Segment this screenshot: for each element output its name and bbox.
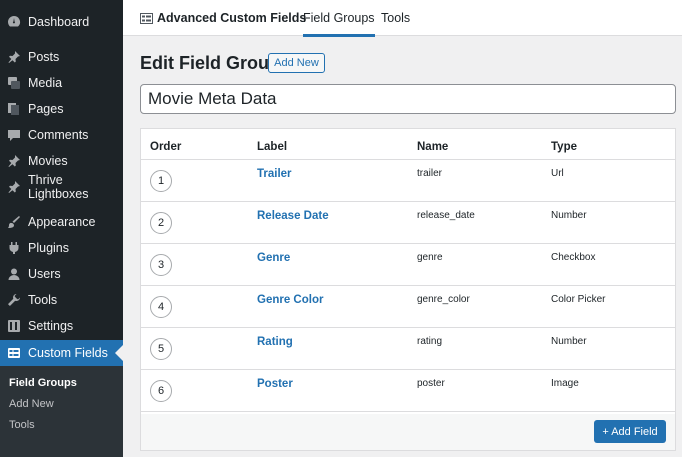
table-footer: + Add Field xyxy=(141,414,675,450)
menu-label: Media xyxy=(28,76,63,90)
fields-table: Order Label Name Type 1 Trailer trailer … xyxy=(140,128,676,451)
column-header-type: Type xyxy=(551,141,577,153)
menu-item-plugins[interactable]: Plugins xyxy=(0,235,123,261)
field-group-title-input[interactable] xyxy=(140,84,676,114)
column-header-order: Order xyxy=(150,141,182,153)
field-name: rating xyxy=(417,336,443,347)
acf-logo-icon xyxy=(140,12,153,24)
column-header-name: Name xyxy=(417,141,449,153)
field-name: trailer xyxy=(417,168,443,179)
menu-item-custom-fields[interactable]: Custom Fields xyxy=(0,340,123,366)
media-icon xyxy=(7,76,21,90)
table-row[interactable]: 2 Release Date release_date Number xyxy=(141,202,675,244)
table-row[interactable]: 5 Rating rating Number xyxy=(141,328,675,370)
settings-icon xyxy=(7,319,21,333)
table-row[interactable]: 1 Trailer trailer Url xyxy=(141,160,675,202)
table-row[interactable]: 6 Poster poster Image xyxy=(141,370,675,412)
menu-label: Thrive Lightboxes xyxy=(28,173,89,201)
menu-label: Appearance xyxy=(28,215,96,229)
acf-brand-label: Advanced Custom Fields xyxy=(157,11,307,25)
menu-item-thrive-lightboxes[interactable]: Thrive Lightboxes xyxy=(0,173,123,201)
field-label-link[interactable]: Rating xyxy=(257,336,293,348)
menu-label: Users xyxy=(28,267,61,281)
menu-item-movies[interactable]: Movies xyxy=(0,148,123,174)
order-handle[interactable]: 1 xyxy=(150,170,172,192)
tab-tools[interactable]: Tools xyxy=(381,11,410,25)
pin-icon xyxy=(7,154,21,168)
menu-label: Plugins xyxy=(28,241,69,255)
acf-brand: Advanced Custom Fields xyxy=(140,11,306,25)
order-handle[interactable]: 4 xyxy=(150,296,172,318)
field-type: Number xyxy=(551,336,587,347)
order-handle[interactable]: 3 xyxy=(150,254,172,276)
add-new-button[interactable]: Add New xyxy=(268,53,325,73)
order-handle[interactable]: 2 xyxy=(150,212,172,234)
field-label-link[interactable]: Trailer xyxy=(257,168,292,180)
menu-item-settings[interactable]: Settings xyxy=(0,313,123,339)
brush-icon xyxy=(7,215,21,229)
column-header-label: Label xyxy=(257,141,288,153)
menu-label: Settings xyxy=(28,319,74,333)
order-handle[interactable]: 5 xyxy=(150,338,172,360)
field-type: Image xyxy=(551,378,579,389)
field-type: Color Picker xyxy=(551,294,606,305)
field-name: genre_color xyxy=(417,294,470,305)
grid-icon xyxy=(7,346,21,360)
menu-label: Movies xyxy=(28,154,68,168)
tab-field-groups[interactable]: Field Groups xyxy=(303,11,375,37)
menu-label: Comments xyxy=(28,128,89,142)
acf-top-nav: Advanced Custom Fields Field Groups Tool… xyxy=(123,0,682,37)
submenu-item-tools[interactable]: Tools xyxy=(9,419,35,431)
menu-item-media[interactable]: Media xyxy=(0,70,123,96)
menu-label: Custom Fields xyxy=(28,346,108,360)
user-icon xyxy=(7,267,21,281)
active-indicator-arrow xyxy=(115,345,123,361)
submenu-item-add-new[interactable]: Add New xyxy=(9,398,54,410)
comment-icon xyxy=(7,128,21,142)
menu-label: Pages xyxy=(28,102,64,116)
table-row[interactable]: 3 Genre genre Checkbox xyxy=(141,244,675,286)
menu-item-users[interactable]: Users xyxy=(0,261,123,287)
menu-item-dashboard[interactable]: Dashboard xyxy=(0,9,123,35)
menu-item-posts[interactable]: Posts xyxy=(0,44,123,70)
menu-label: Dashboard xyxy=(28,15,90,29)
page-title: Edit Field Group xyxy=(140,53,280,73)
menu-label: Tools xyxy=(28,293,58,307)
field-type: Checkbox xyxy=(551,252,596,263)
submenu-custom-fields: Field Groups Add New Tools xyxy=(0,366,123,457)
pin-icon xyxy=(7,180,21,194)
pages-icon xyxy=(7,102,21,116)
menu-item-tools[interactable]: Tools xyxy=(0,287,123,313)
field-type: Number xyxy=(551,210,587,221)
field-label-link[interactable]: Poster xyxy=(257,378,293,390)
field-name: poster xyxy=(417,378,445,389)
pin-icon xyxy=(7,50,21,64)
table-row[interactable]: 4 Genre Color genre_color Color Picker xyxy=(141,286,675,328)
plug-icon xyxy=(7,241,21,255)
field-label-link[interactable]: Release Date xyxy=(257,210,329,222)
menu-label: Posts xyxy=(28,50,60,64)
submenu-item-field-groups[interactable]: Field Groups xyxy=(9,377,77,389)
field-name: genre xyxy=(417,252,443,263)
menu-item-appearance[interactable]: Appearance xyxy=(0,209,123,235)
dashboard-icon xyxy=(7,15,21,29)
field-label-link[interactable]: Genre Color xyxy=(257,294,323,306)
menu-item-pages[interactable]: Pages xyxy=(0,96,123,122)
add-field-button[interactable]: + Add Field xyxy=(594,420,666,443)
wrench-icon xyxy=(7,293,21,307)
field-label-link[interactable]: Genre xyxy=(257,252,290,264)
admin-sidebar: Dashboard Posts Media Pages Comments Mov… xyxy=(0,0,123,457)
order-handle[interactable]: 6 xyxy=(150,380,172,402)
field-name: release_date xyxy=(417,210,475,221)
field-type: Url xyxy=(551,168,564,179)
menu-item-comments[interactable]: Comments xyxy=(0,122,123,148)
